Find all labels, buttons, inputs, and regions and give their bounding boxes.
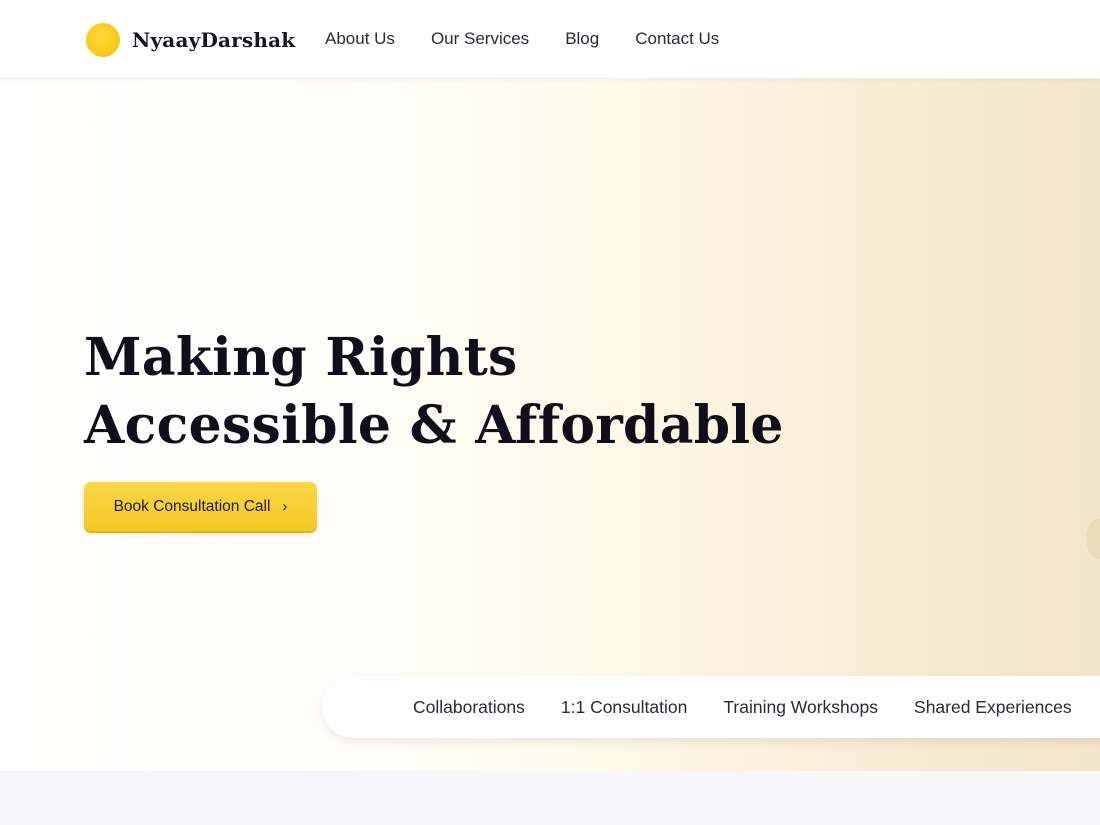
tab-collaborations[interactable]: Collaborations [413, 697, 525, 718]
sun-logo-icon [86, 23, 120, 57]
nav-blog[interactable]: Blog [565, 29, 599, 49]
services-tab-bar: Collaborations 1:1 Consultation Training… [322, 676, 1100, 738]
site-header: NyaayDarshak About Us Our Services Blog … [0, 0, 1100, 79]
tab-consultation[interactable]: 1:1 Consultation [561, 697, 687, 718]
brand-name: NyaayDarshak [132, 28, 296, 52]
nav-about-us[interactable]: About Us [325, 29, 395, 49]
book-consultation-button[interactable]: Book Consultation Call › [84, 482, 317, 531]
chevron-right-icon: › [282, 498, 288, 515]
tab-training-workshops[interactable]: Training Workshops [723, 697, 878, 718]
tab-shared-experiences[interactable]: Shared Experiences [914, 697, 1072, 718]
hero-title-line-1: Making Rights [84, 327, 518, 388]
nav-our-services[interactable]: Our Services [431, 29, 529, 49]
hero-decoration [1086, 519, 1100, 559]
hero-section: Making Rights Accessible & Affordable Bo… [0, 79, 1100, 771]
brand-logo[interactable]: NyaayDarshak [86, 22, 295, 58]
hero-title: Making Rights Accessible & Affordable [84, 324, 784, 460]
nav-contact-us[interactable]: Contact Us [635, 29, 719, 49]
book-consultation-label: Book Consultation Call [113, 497, 271, 515]
next-section-strip [0, 771, 1100, 825]
hero-title-line-2: Accessible & Affordable [84, 395, 784, 456]
main-nav: About Us Our Services Blog Contact Us [325, 29, 719, 49]
